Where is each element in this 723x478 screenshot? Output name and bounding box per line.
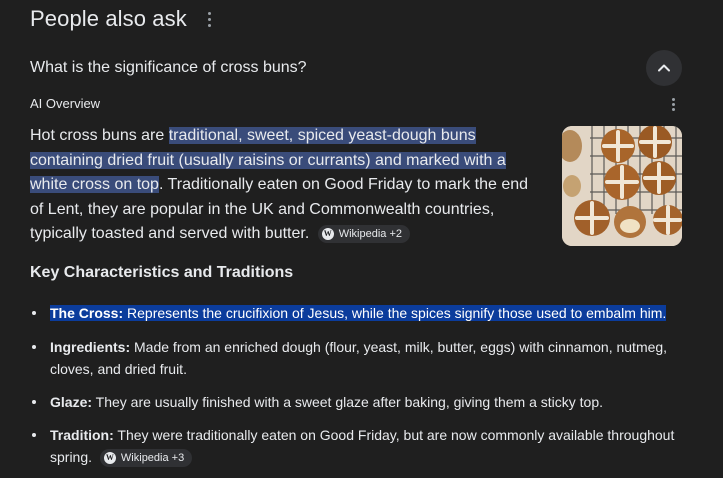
source-chip[interactable]: W Wikipedia +3 bbox=[99, 449, 193, 468]
bullet-label: The Cross: bbox=[50, 305, 124, 321]
ai-overview-label: AI Overview bbox=[30, 96, 101, 111]
bullet-text: They are usually finished with a sweet g… bbox=[92, 394, 604, 410]
list-item: Glaze: They are usually finished with a … bbox=[30, 391, 680, 413]
paa-question[interactable]: What is the significance of cross buns? bbox=[30, 59, 307, 77]
bullet-dot bbox=[32, 345, 36, 349]
bullet-label: Glaze: bbox=[50, 394, 93, 410]
source-chip-label: Wikipedia +2 bbox=[338, 227, 403, 240]
bullet-text: Made from an enriched dough (flour, yeas… bbox=[50, 339, 668, 377]
ai-overview-text: Hot cross buns are traditional, sweet, s… bbox=[30, 124, 530, 247]
list-item: The Cross: Represents the crucifixion of… bbox=[30, 302, 680, 324]
collapse-button[interactable] bbox=[646, 50, 682, 86]
more-vert-icon[interactable] bbox=[666, 96, 680, 112]
paa-header: People also ask bbox=[30, 6, 219, 32]
characteristics-list: The Cross: Represents the crucifixion of… bbox=[30, 302, 680, 468]
wikipedia-icon: W bbox=[103, 452, 116, 465]
bullet-text: Represents the crucifixion of Jesus, whi… bbox=[123, 305, 667, 321]
chevron-up-icon bbox=[658, 64, 670, 72]
bullet-label: Tradition: bbox=[50, 427, 114, 443]
more-vert-icon[interactable] bbox=[201, 8, 219, 30]
hot-cross-buns-picture bbox=[562, 126, 682, 246]
source-chip-label: Wikipedia +3 bbox=[120, 452, 185, 465]
section-heading: Key Characteristics and Traditions bbox=[30, 264, 294, 281]
bullet-selection: The Cross: Represents the crucifixion of… bbox=[50, 305, 667, 321]
hot-cross-buns-image[interactable] bbox=[562, 126, 682, 246]
bullet-dot bbox=[32, 433, 36, 437]
bullet-dot bbox=[32, 400, 36, 404]
overview-lead: Hot cross buns are bbox=[30, 127, 169, 144]
bullet-dot bbox=[32, 311, 36, 315]
wikipedia-icon: W bbox=[321, 227, 334, 240]
source-chip[interactable]: W Wikipedia +2 bbox=[317, 224, 411, 243]
list-item: Ingredients: Made from an enriched dough… bbox=[30, 336, 680, 380]
bullet-label: Ingredients: bbox=[50, 339, 131, 355]
paa-title: People also ask bbox=[30, 6, 187, 31]
list-item: Tradition: They were traditionally eaten… bbox=[30, 424, 680, 468]
